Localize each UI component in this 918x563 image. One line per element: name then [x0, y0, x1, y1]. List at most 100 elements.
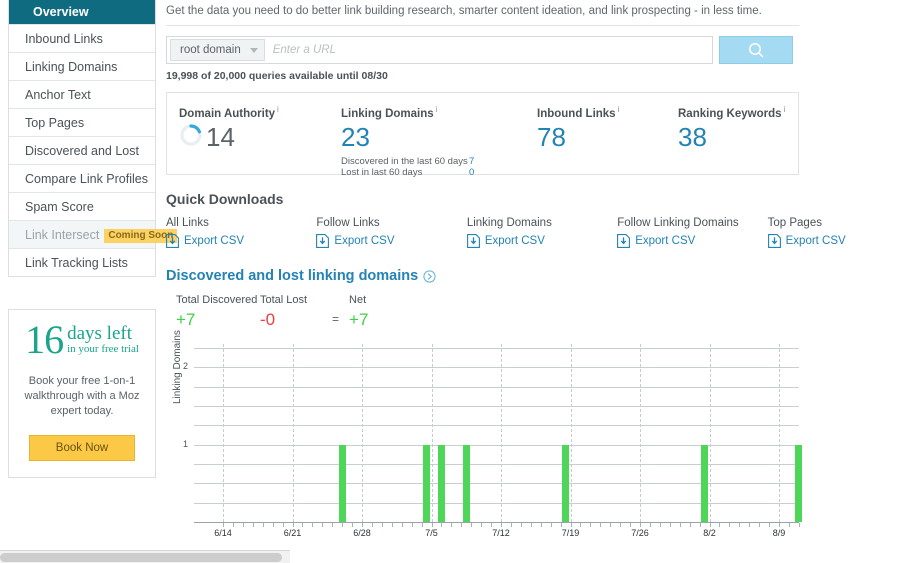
metric-subline-value: 7 [469, 155, 475, 167]
total-value: +7 [349, 310, 369, 329]
search-button[interactable] [719, 36, 793, 64]
chart-x-tick-label: 6/14 [214, 528, 232, 538]
scope-dropdown[interactable]: root domain [170, 39, 265, 61]
chart-x-tick-label: 7/5 [425, 528, 438, 538]
chevron-right-circle-icon[interactable] [423, 269, 436, 283]
export-csv-icon [166, 234, 179, 248]
chart-x-tick [501, 523, 502, 527]
chart-x-tick [669, 523, 671, 527]
chart-x-tick [600, 523, 602, 527]
chart-x-tick [381, 523, 383, 527]
sidebar-item-label: Discovered and Lost [25, 144, 139, 158]
chart-vertical-gridline [292, 344, 294, 522]
chart-x-tick [471, 523, 473, 527]
info-icon[interactable]: i [618, 105, 620, 114]
export-csv-link[interactable]: Export CSV [466, 234, 617, 248]
total-value: -0 [260, 310, 276, 329]
trial-copy-line-1: Book your free 1-on-1 [28, 375, 136, 387]
chart-x-tick [570, 523, 572, 527]
export-csv-label: Export CSV [785, 235, 846, 247]
export-csv-label: Export CSV [635, 235, 696, 247]
chart-bar[interactable] [338, 444, 346, 522]
free-trial-panel: 16 days left in your free trial Book you… [8, 309, 156, 478]
sidebar-item-label: Top Pages [25, 116, 85, 130]
chart-x-tick [262, 523, 264, 527]
chart-y-tick-label: 1 [182, 438, 188, 449]
download-top-pages: Top Pages Export CSV [768, 217, 918, 248]
export-csv-link[interactable]: Export CSV [767, 234, 918, 248]
horizontal-scrollbar[interactable] [0, 550, 290, 563]
export-csv-link[interactable]: Export CSV [316, 234, 466, 248]
chart-x-tick-label: 8/9 [772, 528, 786, 538]
chevron-down-icon [249, 47, 258, 53]
export-csv-label: Export CSV [184, 235, 245, 247]
chart-gridline [194, 386, 799, 388]
sidebar-item-overview[interactable]: Overview [9, 0, 155, 24]
metric-subline-label: Discovered in the last 60 days [341, 155, 468, 167]
chart-bar[interactable] [462, 444, 470, 522]
chart-x-tick-label: 6/21 [283, 528, 302, 538]
sidebar-item-compare-link-profiles[interactable]: Compare Link Profiles [9, 164, 155, 192]
sidebar-item-linking-domains[interactable]: Linking Domains [9, 52, 155, 80]
metric-subline-value: 0 [469, 166, 475, 178]
sidebar-item-spam-score: Link Intersect Coming Soon [9, 220, 178, 248]
chart-x-tick [659, 523, 661, 527]
sidebar-item-label: Linking Domains [25, 60, 118, 74]
total-label: Total Discovered [176, 294, 258, 306]
chart-x-tick [729, 523, 731, 527]
chart-bar[interactable] [423, 444, 431, 522]
info-icon[interactable]: i [277, 105, 279, 114]
metric-value: 23 [341, 121, 370, 152]
chart-x-tick [580, 523, 582, 527]
chart-x-tick [550, 523, 552, 527]
chart-x-tick [411, 523, 413, 527]
metric-subline: Lost in last 60 days 0 [341, 167, 474, 178]
chart-x-tick [223, 523, 224, 527]
sidebar-item-link-tracking-lists[interactable]: Link Tracking Lists [9, 248, 155, 276]
sidebar-item-label: Link Intersect [25, 228, 100, 242]
download-label: Top Pages [767, 217, 822, 229]
chart-bar[interactable] [701, 444, 709, 522]
export-csv-link[interactable]: Export CSV [617, 234, 767, 248]
metric-domain-authority: Domain Authority i 14 [179, 105, 279, 151]
chart-bar[interactable] [437, 444, 445, 522]
sidebar-item-anchor-text[interactable]: Anchor Text [9, 80, 155, 108]
chart-vertical-gridline [640, 344, 641, 522]
chart-bar[interactable] [562, 444, 570, 522]
chart-x-tick [332, 523, 334, 527]
scrollbar-thumb[interactable] [0, 553, 282, 562]
quick-downloads-title: Quick Downloads [166, 191, 284, 207]
totals-row: Total Discovered +7 Total Lost -0 = Net +7 [166, 294, 918, 330]
chart-gridline [194, 347, 799, 349]
sidebar-item-inbound-links[interactable]: Inbound Links [9, 24, 155, 52]
download-follow-linking-domains: Follow Linking Domains Export CSV [617, 217, 767, 248]
chart-x-tick [540, 523, 542, 527]
trial-copy-line-3: expert today. [50, 405, 114, 417]
chart-vertical-gridline [779, 344, 780, 522]
discovered-section-title: Discovered and lost linking domains [166, 268, 918, 284]
chart-vertical-gridline [431, 344, 433, 522]
book-now-button[interactable]: Book Now [28, 435, 136, 461]
info-icon[interactable]: i [436, 105, 438, 114]
chart-x-tick [342, 523, 344, 527]
total-net: Net +7 [349, 294, 409, 330]
chart-y-tick-label: 2 [182, 361, 188, 372]
sidebar-item-spam-score[interactable]: Spam Score [9, 192, 155, 220]
sidebar-item-top-pages[interactable]: Top Pages [9, 108, 155, 136]
metric-sublines: Discovered in the last 60 days 7 Lost in l… [341, 156, 474, 178]
info-icon[interactable]: i [784, 105, 786, 114]
chart-x-tick [689, 523, 691, 527]
moz-link-explorer-overview: Overview Inbound Links Linking Domains Anch… [0, 0, 918, 563]
metric-value: 78 [537, 121, 566, 152]
export-csv-link[interactable]: Export CSV [166, 234, 316, 248]
chart-vertical-gridline [501, 344, 502, 522]
export-csv-icon [617, 234, 631, 248]
url-input[interactable] [264, 43, 712, 57]
export-csv-icon [316, 234, 330, 248]
chart-bar[interactable] [795, 444, 803, 522]
trial-copy-line-2: walkthrough with a Moz [24, 390, 140, 402]
chart-x-tick [590, 523, 592, 527]
chart-x-tick [441, 523, 443, 527]
chart-x-tick [530, 523, 532, 527]
sidebar-item-discovered-and-lost[interactable]: Discovered and Lost [9, 136, 155, 164]
